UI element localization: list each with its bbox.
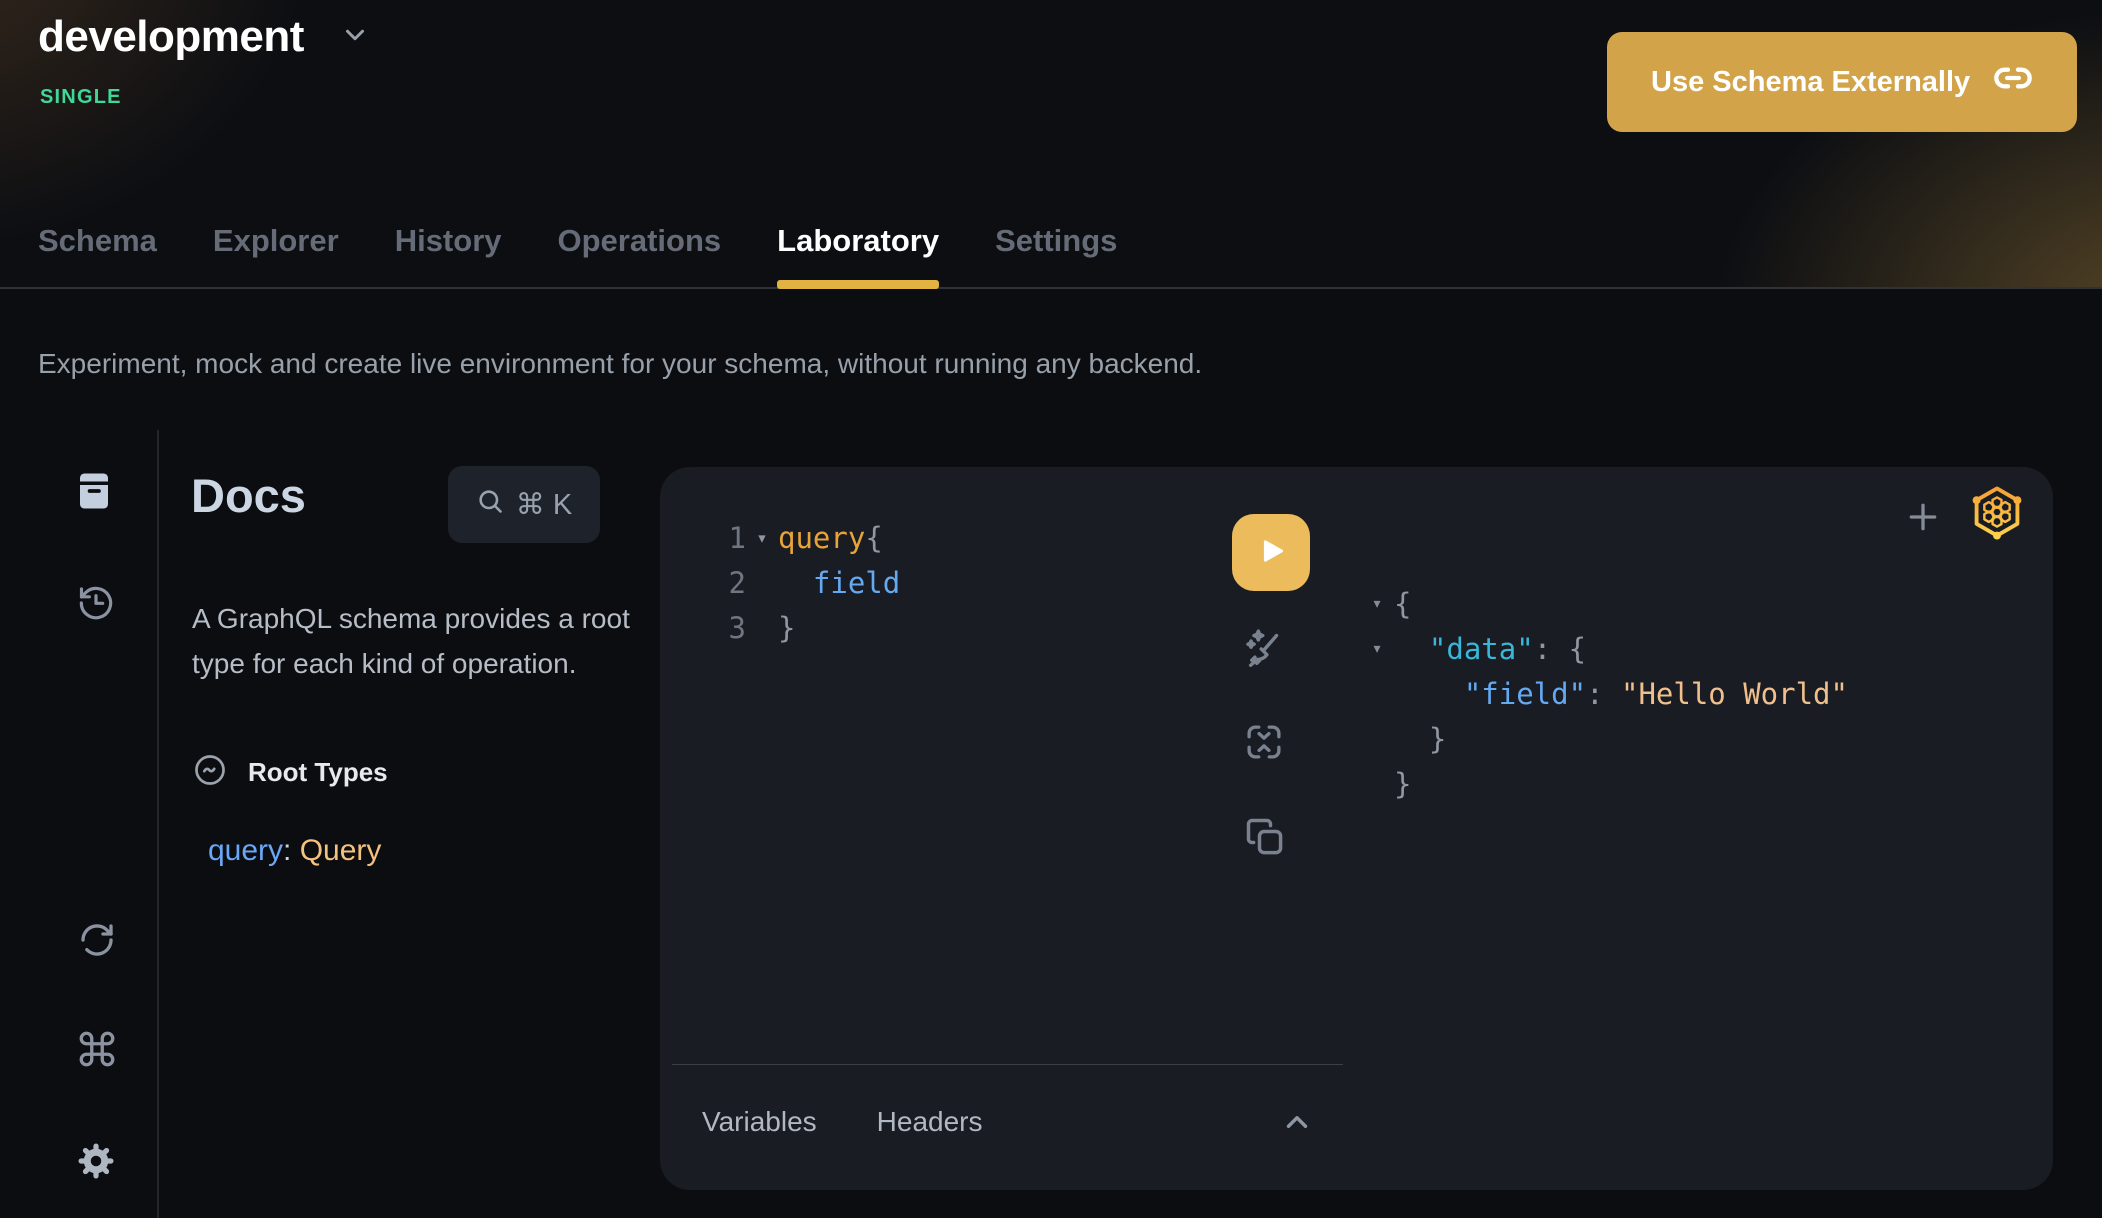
docs-icon[interactable] (73, 470, 115, 517)
laboratory-page: development SINGLE Use Schema Externally… (0, 0, 2102, 1218)
root-field-name: query (208, 834, 283, 867)
chevron-down-icon[interactable] (340, 20, 370, 55)
command-icon[interactable] (76, 1028, 118, 1075)
graphiql-panel: 1 ▾ query { 2 field 3 } (660, 467, 2053, 1190)
root-types-section: Root Types (192, 752, 388, 793)
target-selector[interactable]: development (38, 12, 370, 62)
tab-history[interactable]: History (395, 223, 502, 287)
docs-search-button[interactable]: ⌘ K (448, 466, 600, 543)
json-key: "data" (1429, 632, 1534, 666)
code-token: : (1586, 677, 1621, 711)
response-line: ▾ "data" : { (1360, 626, 1848, 671)
tab-laboratory[interactable]: Laboratory (777, 223, 939, 287)
code-line: 1 ▾ query { (718, 515, 900, 560)
page-header: development SINGLE Use Schema Externally… (0, 0, 2102, 289)
use-schema-externally-label: Use Schema Externally (1651, 66, 1970, 99)
tab-explorer[interactable]: Explorer (213, 223, 339, 287)
page-title: development (38, 12, 304, 62)
status-badge: SINGLE (40, 86, 122, 109)
tab-operations[interactable]: Operations (558, 223, 722, 287)
query-editor[interactable]: 1 ▾ query { 2 field 3 } (718, 515, 900, 650)
response-line: "field" : "Hello World" (1360, 671, 1848, 716)
play-icon (1254, 534, 1288, 571)
add-tab-button[interactable] (1903, 497, 1943, 542)
editor-footer-divider (672, 1064, 1343, 1065)
code-token: } (1394, 722, 1446, 756)
editor-footer: Variables Headers (702, 1097, 1342, 1147)
tab-settings[interactable]: Settings (995, 223, 1117, 287)
fold-toggle-icon[interactable]: ▾ (1360, 593, 1394, 614)
link-icon (1993, 58, 2033, 106)
code-token: { (865, 521, 882, 555)
code-token: query (778, 521, 865, 555)
graphql-hive-logo-icon[interactable] (1968, 483, 2026, 546)
collapse-footer-button[interactable] (1280, 1097, 1314, 1147)
line-number: 2 (718, 566, 746, 600)
tab-variables[interactable]: Variables (702, 1106, 817, 1138)
root-field-separator: : (283, 834, 300, 867)
root-types-label: Root Types (248, 757, 388, 788)
code-token: } (1394, 767, 1411, 801)
tab-schema[interactable]: Schema (38, 223, 157, 287)
laboratory-sidebar (0, 430, 159, 1218)
tab-headers[interactable]: Headers (877, 1106, 983, 1138)
response-line: ▾ { (1360, 581, 1848, 626)
search-icon (476, 487, 504, 523)
merge-fragments-icon[interactable] (1243, 721, 1285, 768)
settings-gear-icon[interactable] (75, 1140, 117, 1187)
code-line: 2 field (718, 560, 900, 605)
prettify-icon[interactable] (1243, 625, 1289, 676)
fold-toggle-icon[interactable]: ▾ (746, 527, 778, 549)
code-token (1394, 632, 1429, 666)
response-line: } (1360, 716, 1848, 761)
execute-query-button[interactable] (1232, 514, 1310, 591)
root-type-name: Query (300, 834, 382, 867)
response-line: } (1360, 761, 1848, 806)
code-line: 3 } (718, 605, 900, 650)
code-token: field (778, 566, 900, 600)
code-token: : { (1534, 632, 1586, 666)
history-icon[interactable] (76, 583, 116, 628)
code-token: { (1394, 587, 1411, 621)
page-subtitle: Experiment, mock and create live environ… (38, 348, 1202, 380)
json-key: "field" (1464, 677, 1586, 711)
json-string-value: "Hello World" (1621, 677, 1848, 711)
search-shortcut-label: ⌘ K (516, 487, 572, 522)
docs-description: A GraphQL schema provides a root type fo… (192, 596, 632, 686)
code-token: } (778, 611, 795, 645)
use-schema-externally-button[interactable]: Use Schema Externally (1607, 32, 2077, 132)
main-tabs: Schema Explorer History Operations Labor… (38, 223, 1117, 287)
fold-toggle-icon[interactable]: ▾ (1360, 638, 1394, 659)
line-number: 3 (718, 611, 746, 645)
docs-heading: Docs (191, 468, 306, 523)
line-number: 1 (718, 521, 746, 555)
response-viewer[interactable]: ▾ { ▾ "data" : { "field" : "Hello World"… (1360, 581, 1848, 806)
code-token (1394, 677, 1464, 711)
root-types-icon (192, 752, 228, 793)
refresh-icon[interactable] (77, 920, 117, 965)
copy-query-icon[interactable] (1243, 815, 1287, 864)
root-type-query-link[interactable]: query: Query (208, 834, 381, 868)
